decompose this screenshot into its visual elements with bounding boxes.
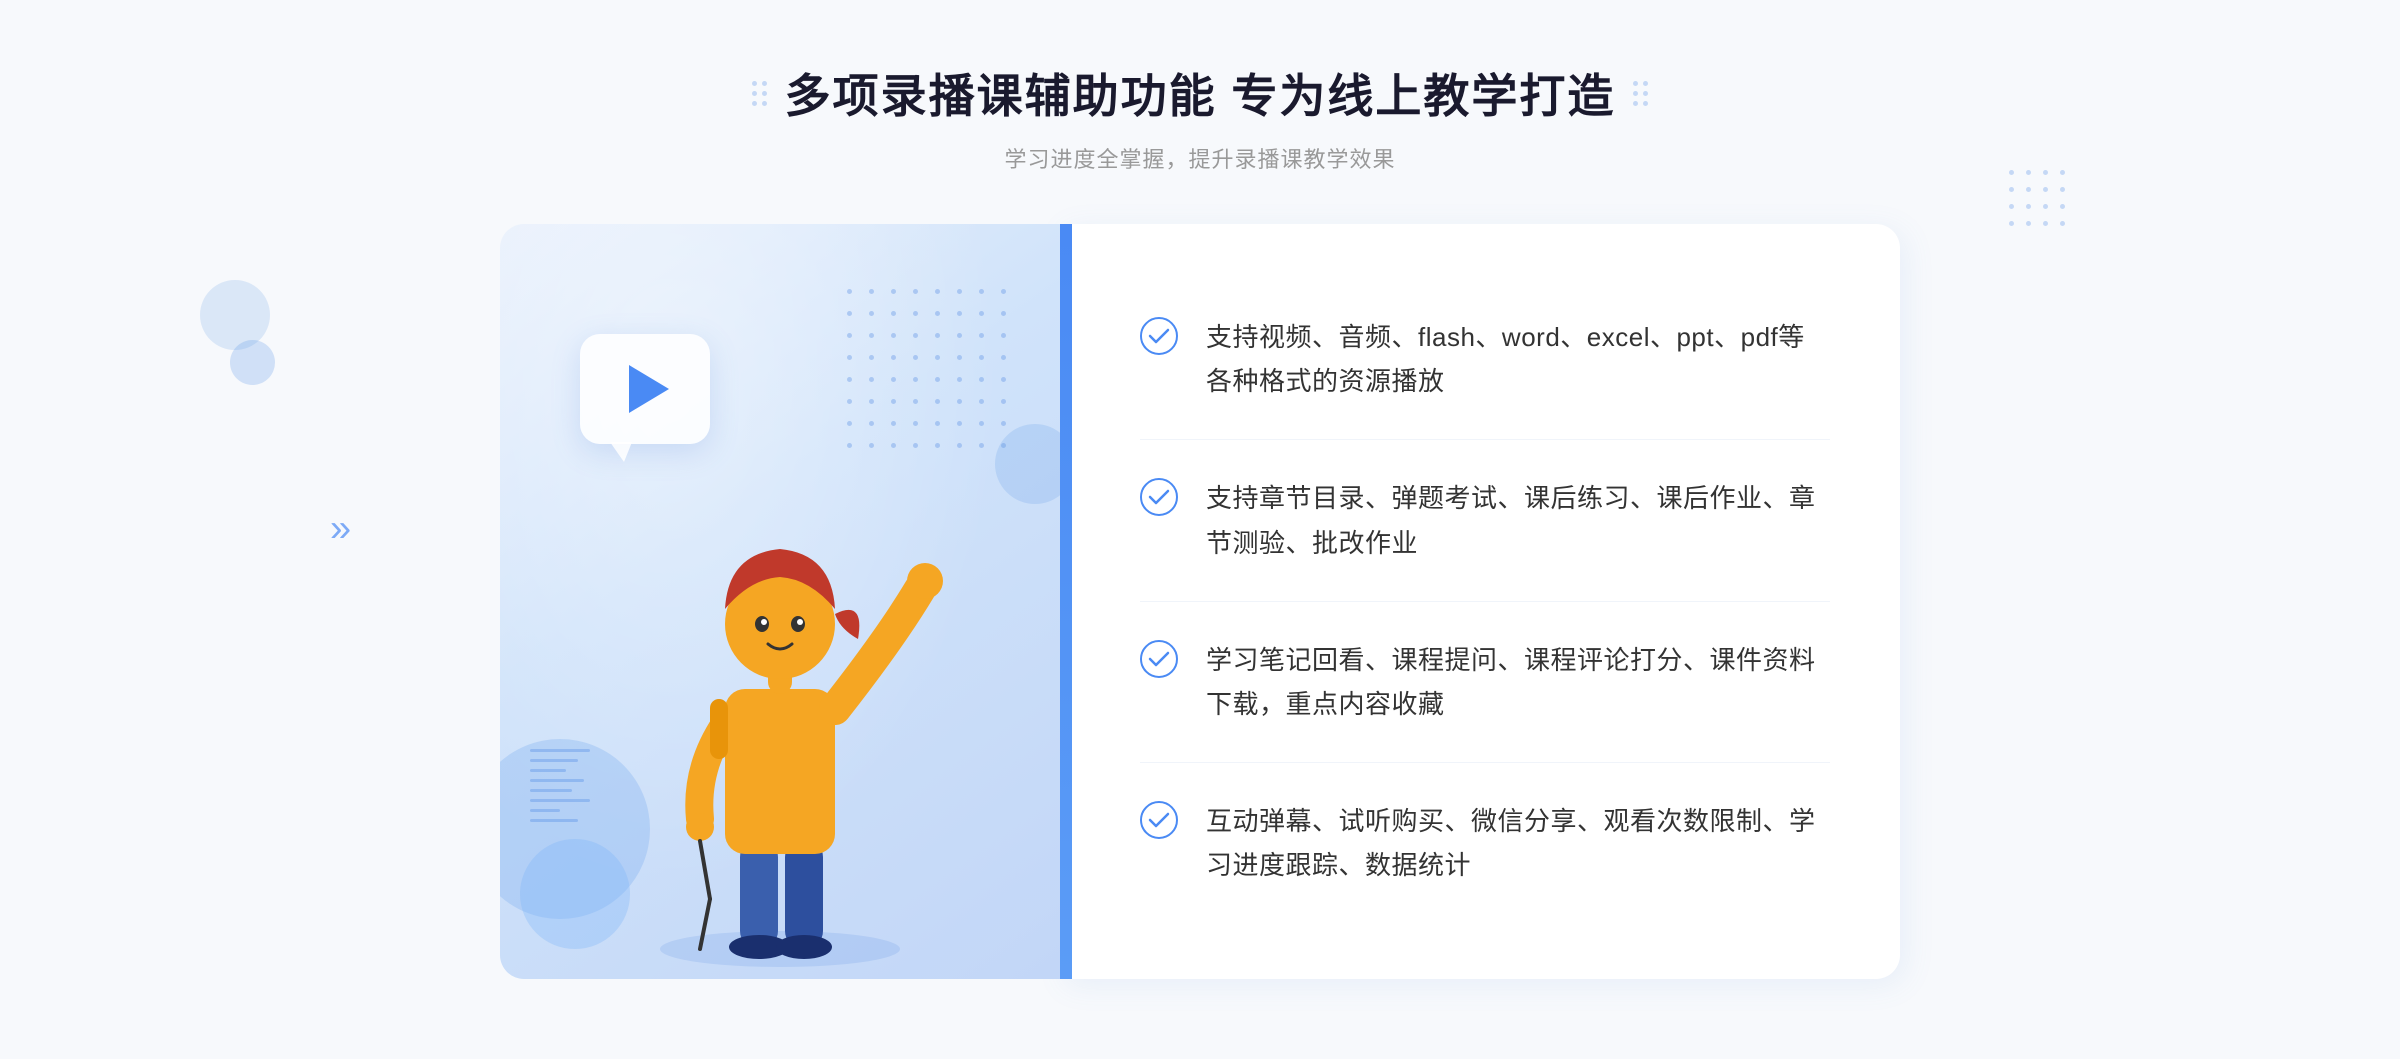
illustration-dot-grid [842,284,1010,452]
play-bubble [580,334,710,444]
features-panel: 支持视频、音频、flash、word、excel、ppt、pdf等各种格式的资源… [1060,224,1900,979]
outer-deco-circle-1 [200,280,270,350]
title-dots-left [752,81,767,106]
main-title: 多项录播课辅助功能 专为线上教学打造 [785,60,1616,126]
check-icon-4 [1140,801,1178,839]
check-icon-2 [1140,478,1178,516]
deco-circle-small [995,424,1060,504]
feature-item-2: 支持章节目录、弹题考试、课后练习、课后作业、章节测验、批改作业 [1140,440,1830,601]
feature-text-4: 互动弹幕、试听购买、微信分享、观看次数限制、学习进度跟踪、数据统计 [1206,799,1830,887]
chevron-icon: » [330,508,351,550]
check-icon-1 [1140,317,1178,355]
subtitle: 学习进度全掌握，提升录播课教学效果 [752,142,1649,174]
title-row: 多项录播课辅助功能 专为线上教学打造 [752,60,1649,126]
page-wrapper: 多项录播课辅助功能 专为线上教学打造 学习进度全掌握，提升录播课教学效果 » [0,0,2400,1059]
outer-deco-circle-2 [230,340,275,385]
blue-accent-bar [1060,224,1071,979]
content-area: 支持视频、音频、flash、word、excel、ppt、pdf等各种格式的资源… [500,224,1900,979]
left-chevron-deco: » [330,508,351,551]
feature-text-2: 支持章节目录、弹题考试、课后练习、课后作业、章节测验、批改作业 [1206,476,1830,564]
right-dots-deco [2009,170,2070,231]
illustration-panel [500,224,1060,979]
header-section: 多项录播课辅助功能 专为线上教学打造 学习进度全掌握，提升录播课教学效果 [752,60,1649,174]
title-dots-right [1633,81,1648,106]
check-icon-3 [1140,640,1178,678]
feature-item-4: 互动弹幕、试听购买、微信分享、观看次数限制、学习进度跟踪、数据统计 [1140,763,1830,923]
feature-text-1: 支持视频、音频、flash、word、excel、ppt、pdf等各种格式的资源… [1206,315,1830,403]
feature-item-1: 支持视频、音频、flash、word、excel、ppt、pdf等各种格式的资源… [1140,279,1830,440]
feature-item-3: 学习笔记回看、课程提问、课程评论打分、课件资料下载，重点内容收藏 [1140,602,1830,763]
person-illustration [610,459,950,979]
play-triangle-icon [629,365,669,413]
feature-text-3: 学习笔记回看、课程提问、课程评论打分、课件资料下载，重点内容收藏 [1206,638,1830,726]
